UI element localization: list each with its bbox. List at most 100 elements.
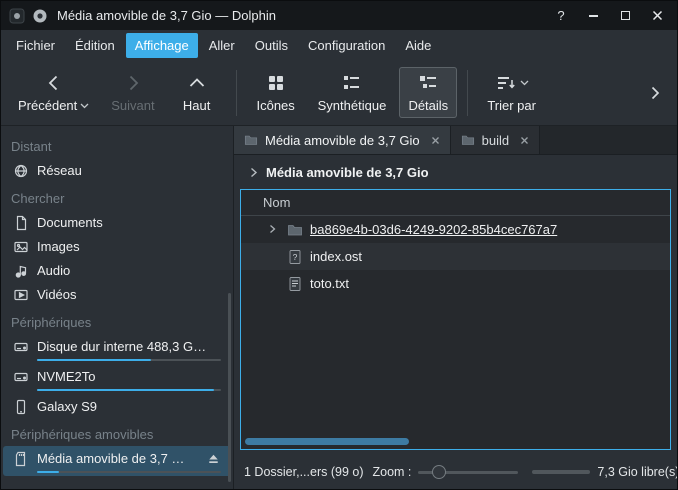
help-button[interactable]: ? — [553, 8, 569, 24]
sidebar-item-label: Réseau — [37, 163, 82, 178]
sidebar-item-nvme2to[interactable]: NVME2To — [3, 364, 231, 394]
menu-configuration[interactable]: Configuration — [299, 33, 394, 58]
menu-aller[interactable]: Aller — [200, 33, 244, 58]
toolbar-separator — [236, 70, 237, 116]
main-area: Média amovible de 3,7 Gio build — [234, 126, 677, 489]
back-button[interactable]: Précédent — [9, 67, 98, 118]
sidebar-item-media-amovible[interactable]: Média amovible de 3,7 … — [3, 446, 231, 476]
sidebar-item-label: Documents — [37, 215, 103, 230]
tab-build[interactable]: build — [451, 126, 540, 154]
phone-icon — [13, 399, 29, 415]
free-space-text: 7,3 Gio libre(s) — [597, 465, 678, 479]
expand-arrow-icon[interactable] — [267, 224, 277, 234]
column-header-nom[interactable]: Nom — [241, 190, 670, 216]
arrow-left-icon — [43, 72, 65, 94]
compact-view-icon — [341, 72, 363, 94]
sidebar-item-label: NVME2To — [37, 369, 96, 384]
places-panel: Distant Réseau Chercher Documents — [1, 126, 234, 489]
icons-view-label: Icônes — [256, 98, 294, 113]
menubar: Fichier Édition Affichage Aller Outils C… — [1, 30, 677, 60]
up-button[interactable]: Haut — [168, 67, 226, 118]
menu-edition[interactable]: Édition — [66, 33, 124, 58]
file-row-folder[interactable]: ba869e4b-03d6-4249-9202-85b4cec767a7 — [241, 216, 670, 243]
scrollbar-handle[interactable] — [245, 438, 409, 445]
sdcard-icon — [13, 451, 29, 467]
arrow-right-icon — [122, 72, 144, 94]
capacity-bar — [37, 389, 221, 391]
zoom-slider[interactable] — [418, 464, 518, 480]
close-tab-icon[interactable] — [520, 136, 529, 145]
chevron-right-icon — [646, 84, 664, 102]
audio-icon — [13, 263, 29, 279]
tab-media-amovible[interactable]: Média amovible de 3,7 Gio — [234, 126, 451, 154]
svg-text:?: ? — [293, 252, 298, 262]
app-icon[interactable] — [32, 8, 48, 24]
capacity-bar — [37, 359, 221, 361]
file-view: Nom ba869e4b-03d6-4249-9202-85b4cec767a7 — [240, 189, 671, 450]
chevron-down-icon — [80, 103, 89, 109]
chevron-right-icon[interactable] — [248, 167, 259, 178]
maximize-button[interactable] — [617, 8, 633, 24]
sidebar-item-videos[interactable]: Vidéos — [3, 282, 231, 306]
view-wrapper: Nom ba869e4b-03d6-4249-9202-85b4cec767a7 — [234, 189, 677, 458]
capacity-bar — [37, 471, 221, 473]
menu-affichage[interactable]: Affichage — [126, 33, 198, 58]
harddisk-icon — [13, 369, 29, 385]
folder-icon — [287, 222, 303, 238]
text-file-icon — [287, 276, 303, 292]
chevron-down-icon — [520, 80, 529, 86]
images-icon — [13, 239, 29, 255]
network-icon — [13, 163, 29, 179]
icons-view-button[interactable]: Icônes — [247, 67, 305, 118]
section-header-chercher: Chercher — [1, 182, 233, 210]
icons-view-icon — [265, 72, 287, 94]
content-area: Distant Réseau Chercher Documents — [1, 126, 677, 489]
details-view-icon — [417, 72, 439, 94]
breadcrumb-current[interactable]: Média amovible de 3,7 Gio — [266, 165, 429, 180]
details-view-button[interactable]: Détails — [399, 67, 457, 118]
toolbar-overflow-button[interactable] — [641, 79, 669, 107]
file-name: index.ost — [310, 249, 362, 264]
sidebar-item-label: Disque dur interne 488,3 G… — [37, 339, 206, 354]
free-space-bar — [532, 470, 590, 474]
menu-aide[interactable]: Aide — [396, 33, 440, 58]
status-bar: 1 Dossier,...ers (99 o) Zoom : 7,3 Gio l… — [234, 458, 677, 489]
compact-view-button[interactable]: Synthétique — [309, 67, 396, 118]
sort-by-button[interactable]: Trier par — [478, 67, 545, 118]
sidebar-scrollbar[interactable] — [228, 293, 231, 482]
eject-icon[interactable] — [206, 451, 221, 466]
section-header-peripheriques-amovibles: Périphériques amovibles — [1, 418, 233, 446]
dolphin-window: Média amovible de 3,7 Gio — Dolphin ? Fi… — [0, 0, 678, 490]
sidebar-item-galaxy-s9[interactable]: Galaxy S9 — [3, 394, 231, 418]
file-rows: ba869e4b-03d6-4249-9202-85b4cec767a7 ? i… — [241, 216, 670, 449]
section-header-peripheriques: Périphériques — [1, 306, 233, 334]
file-row-toto-txt[interactable]: toto.txt — [241, 270, 670, 297]
harddisk-icon — [13, 339, 29, 355]
main-toolbar: Précédent Suivant Haut Icônes — [1, 60, 677, 126]
sidebar-item-label: Audio — [37, 263, 70, 278]
titlebar: Média amovible de 3,7 Gio — Dolphin ? — [1, 1, 677, 30]
window-controls: ? — [553, 8, 669, 24]
pin-icon[interactable] — [9, 8, 25, 24]
minimize-button[interactable] — [585, 8, 601, 24]
status-summary: 1 Dossier,...ers (99 o) — [244, 465, 364, 479]
sidebar-item-documents[interactable]: Documents — [3, 210, 231, 234]
file-row-index-ost[interactable]: ? index.ost — [241, 243, 670, 270]
sidebar-item-label: Images — [37, 239, 80, 254]
zoom-slider-handle[interactable] — [432, 465, 446, 479]
close-button[interactable] — [649, 8, 665, 24]
sidebar-item-audio[interactable]: Audio — [3, 258, 231, 282]
forward-button[interactable]: Suivant — [102, 67, 163, 118]
menu-fichier[interactable]: Fichier — [7, 33, 64, 58]
sidebar-item-disque-dur-interne[interactable]: Disque dur interne 488,3 G… — [3, 334, 231, 364]
sidebar-item-images[interactable]: Images — [3, 234, 231, 258]
section-header-distant: Distant — [1, 130, 233, 158]
horizontal-scrollbar[interactable] — [245, 438, 666, 445]
compact-view-label: Synthétique — [318, 98, 387, 113]
sidebar-item-reseau[interactable]: Réseau — [3, 158, 231, 182]
up-label: Haut — [183, 98, 210, 113]
menu-outils[interactable]: Outils — [246, 33, 297, 58]
sidebar-item-label: Vidéos — [37, 287, 77, 302]
close-tab-icon[interactable] — [431, 136, 440, 145]
toolbar-separator — [467, 70, 468, 116]
